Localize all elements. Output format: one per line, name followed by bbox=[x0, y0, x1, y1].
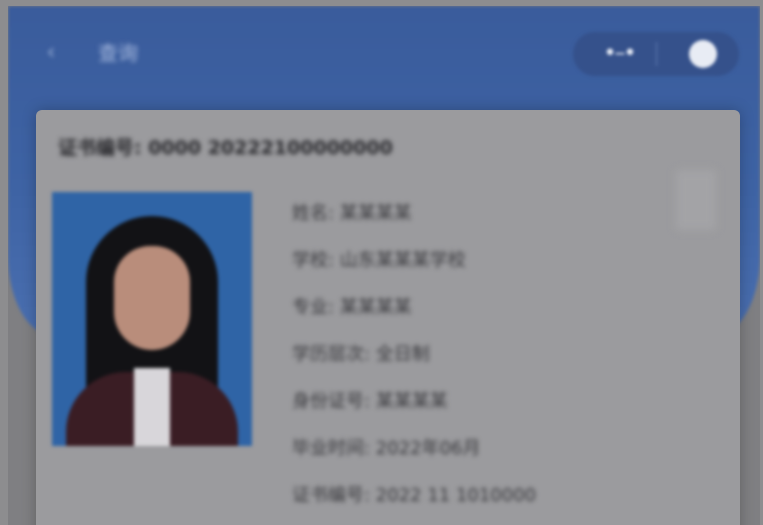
photo-shirt bbox=[134, 368, 170, 446]
info-row-major: 专业: 某某某某 bbox=[292, 297, 412, 318]
chevron-left-icon: ‹ bbox=[46, 40, 56, 65]
info-row-school: 学校: 山东某某某学校 bbox=[292, 250, 466, 271]
circle-close-icon[interactable] bbox=[689, 40, 717, 68]
certificate-card: 证书编号: 0000 20222100000000 姓名: 某某某某 学校: 山… bbox=[36, 110, 740, 525]
photo-face bbox=[114, 246, 190, 350]
info-row-name: 姓名: 某某某某 bbox=[292, 203, 412, 224]
portrait-photo bbox=[52, 192, 252, 446]
info-row-level: 学历层次: 全日制 bbox=[292, 344, 430, 365]
info-row-date: 毕业时间: 2022年06月 bbox=[292, 438, 481, 459]
mini-program-capsule: •–• bbox=[573, 32, 739, 76]
info-list: 姓名: 某某某某 学校: 山东某某某学校 专业: 某某某某 学历层次: 全日制 … bbox=[292, 190, 712, 519]
info-row-id: 身份证号: 某某某某 bbox=[292, 391, 448, 412]
app-window: ‹ 查询 •–• 证书编号: 0000 20222100000000 姓名: 某… bbox=[8, 6, 760, 525]
page-title: 查询 bbox=[98, 41, 138, 65]
info-row-serial: 证书编号: 2022 11 1010000 bbox=[292, 485, 537, 506]
certificate-number: 证书编号: 0000 20222100000000 bbox=[58, 137, 393, 159]
more-dots-icon[interactable]: •–• bbox=[597, 42, 641, 66]
capsule-divider bbox=[656, 42, 657, 66]
back-button[interactable]: ‹ bbox=[38, 38, 64, 68]
